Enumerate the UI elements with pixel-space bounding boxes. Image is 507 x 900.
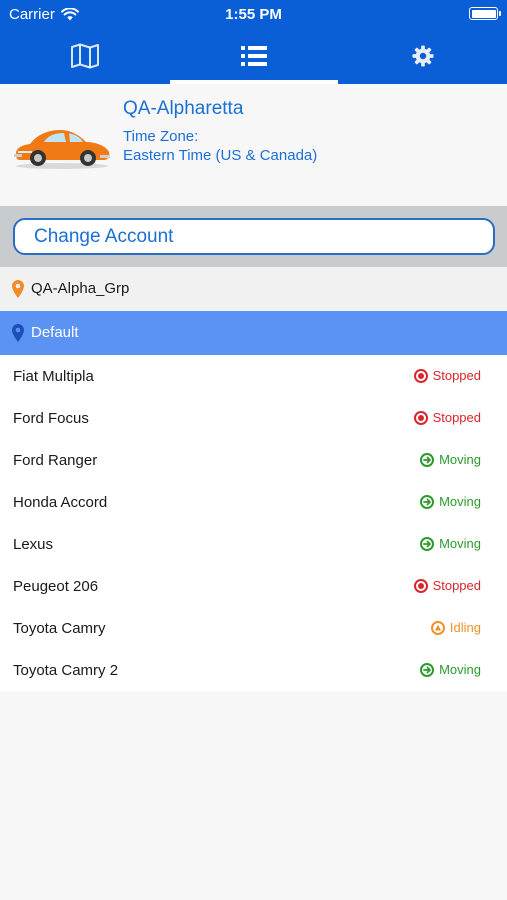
vehicle-name: Toyota Camry bbox=[13, 620, 106, 637]
car-icon bbox=[14, 130, 110, 169]
gear-icon bbox=[411, 45, 434, 67]
default-group-row[interactable]: Default bbox=[0, 311, 507, 355]
vehicle-name: Toyota Camry 2 bbox=[13, 662, 119, 679]
account-name: QA-Alpharetta bbox=[123, 98, 244, 119]
stopped-icon bbox=[413, 368, 428, 383]
vehicle-name: Peugeot 206 bbox=[13, 578, 99, 595]
group-row[interactable]: QA-Alpha_Grp bbox=[0, 267, 507, 311]
timezone-value: Eastern Time (US & Canada) bbox=[123, 147, 318, 164]
app-header: Carrier 1:55 PM bbox=[0, 0, 507, 84]
stopped-icon bbox=[413, 578, 428, 593]
map-icon bbox=[70, 43, 99, 69]
vehicle-row[interactable]: Lexus Moving bbox=[0, 523, 507, 565]
vehicle-status: Moving bbox=[420, 662, 481, 677]
vehicle-name: Fiat Multipla bbox=[13, 368, 94, 385]
vehicle-status: Moving bbox=[420, 536, 481, 551]
vehicle-name: Honda Accord bbox=[13, 494, 108, 511]
idling-icon bbox=[430, 620, 445, 635]
vehicle-status-label: Moving bbox=[439, 662, 481, 677]
moving-icon bbox=[420, 536, 435, 551]
vehicle-row[interactable]: Peugeot 206 Stopped bbox=[0, 565, 507, 607]
change-account-button[interactable]: Change Account bbox=[13, 218, 495, 255]
vehicle-status: Moving bbox=[420, 452, 481, 467]
timezone-label: Time Zone: bbox=[123, 128, 199, 145]
vehicle-row[interactable]: Ford Focus Stopped bbox=[0, 397, 507, 439]
change-account-section: Change Account bbox=[0, 206, 507, 267]
vehicle-status-label: Stopped bbox=[432, 578, 481, 593]
vehicle-status: Idling bbox=[430, 620, 481, 635]
tab-bar bbox=[0, 28, 507, 84]
vehicle-list: Fiat Multipla Stopped Ford Focus Stopped… bbox=[0, 355, 507, 691]
moving-icon bbox=[420, 662, 435, 677]
vehicle-name: Ford Focus bbox=[13, 410, 89, 427]
vehicle-status: Moving bbox=[420, 494, 481, 509]
tab-settings[interactable] bbox=[338, 28, 507, 84]
vehicle-row[interactable]: Toyota Camry 2 Moving bbox=[0, 649, 507, 691]
map-pin-icon bbox=[12, 280, 24, 298]
tab-map[interactable] bbox=[0, 28, 169, 84]
status-bar: Carrier 1:55 PM bbox=[0, 0, 507, 28]
vehicle-status-label: Stopped bbox=[432, 368, 481, 383]
vehicle-name: Ford Ranger bbox=[13, 452, 98, 469]
vehicle-name: Lexus bbox=[13, 536, 54, 553]
vehicle-row[interactable]: Honda Accord Moving bbox=[0, 481, 507, 523]
vehicle-status: Stopped bbox=[413, 368, 481, 383]
map-pin-icon bbox=[12, 324, 24, 342]
vehicle-status-label: Moving bbox=[439, 452, 481, 467]
group-label: QA-Alpha_Grp bbox=[31, 280, 130, 297]
battery-icon bbox=[469, 7, 501, 20]
tab-list[interactable] bbox=[169, 28, 338, 84]
vehicle-status-label: Stopped bbox=[432, 410, 481, 425]
vehicle-status-label: Moving bbox=[439, 494, 481, 509]
stopped-icon bbox=[413, 410, 428, 425]
status-time: 1:55 PM bbox=[225, 6, 282, 23]
vehicle-status: Stopped bbox=[413, 410, 481, 425]
vehicle-row[interactable]: Fiat Multipla Stopped bbox=[0, 355, 507, 397]
moving-icon bbox=[420, 494, 435, 509]
vehicle-row[interactable]: Toyota Camry Idling bbox=[0, 607, 507, 649]
vehicle-row[interactable]: Ford Ranger Moving bbox=[0, 439, 507, 481]
vehicle-status-label: Moving bbox=[439, 536, 481, 551]
default-group-label: Default bbox=[31, 324, 79, 341]
list-icon bbox=[240, 46, 267, 66]
vehicle-status: Stopped bbox=[413, 578, 481, 593]
vehicle-status-label: Idling bbox=[449, 620, 481, 635]
moving-icon bbox=[420, 452, 435, 467]
account-card: QA-Alpharetta Time Zone: Eastern Time (U… bbox=[0, 84, 507, 206]
